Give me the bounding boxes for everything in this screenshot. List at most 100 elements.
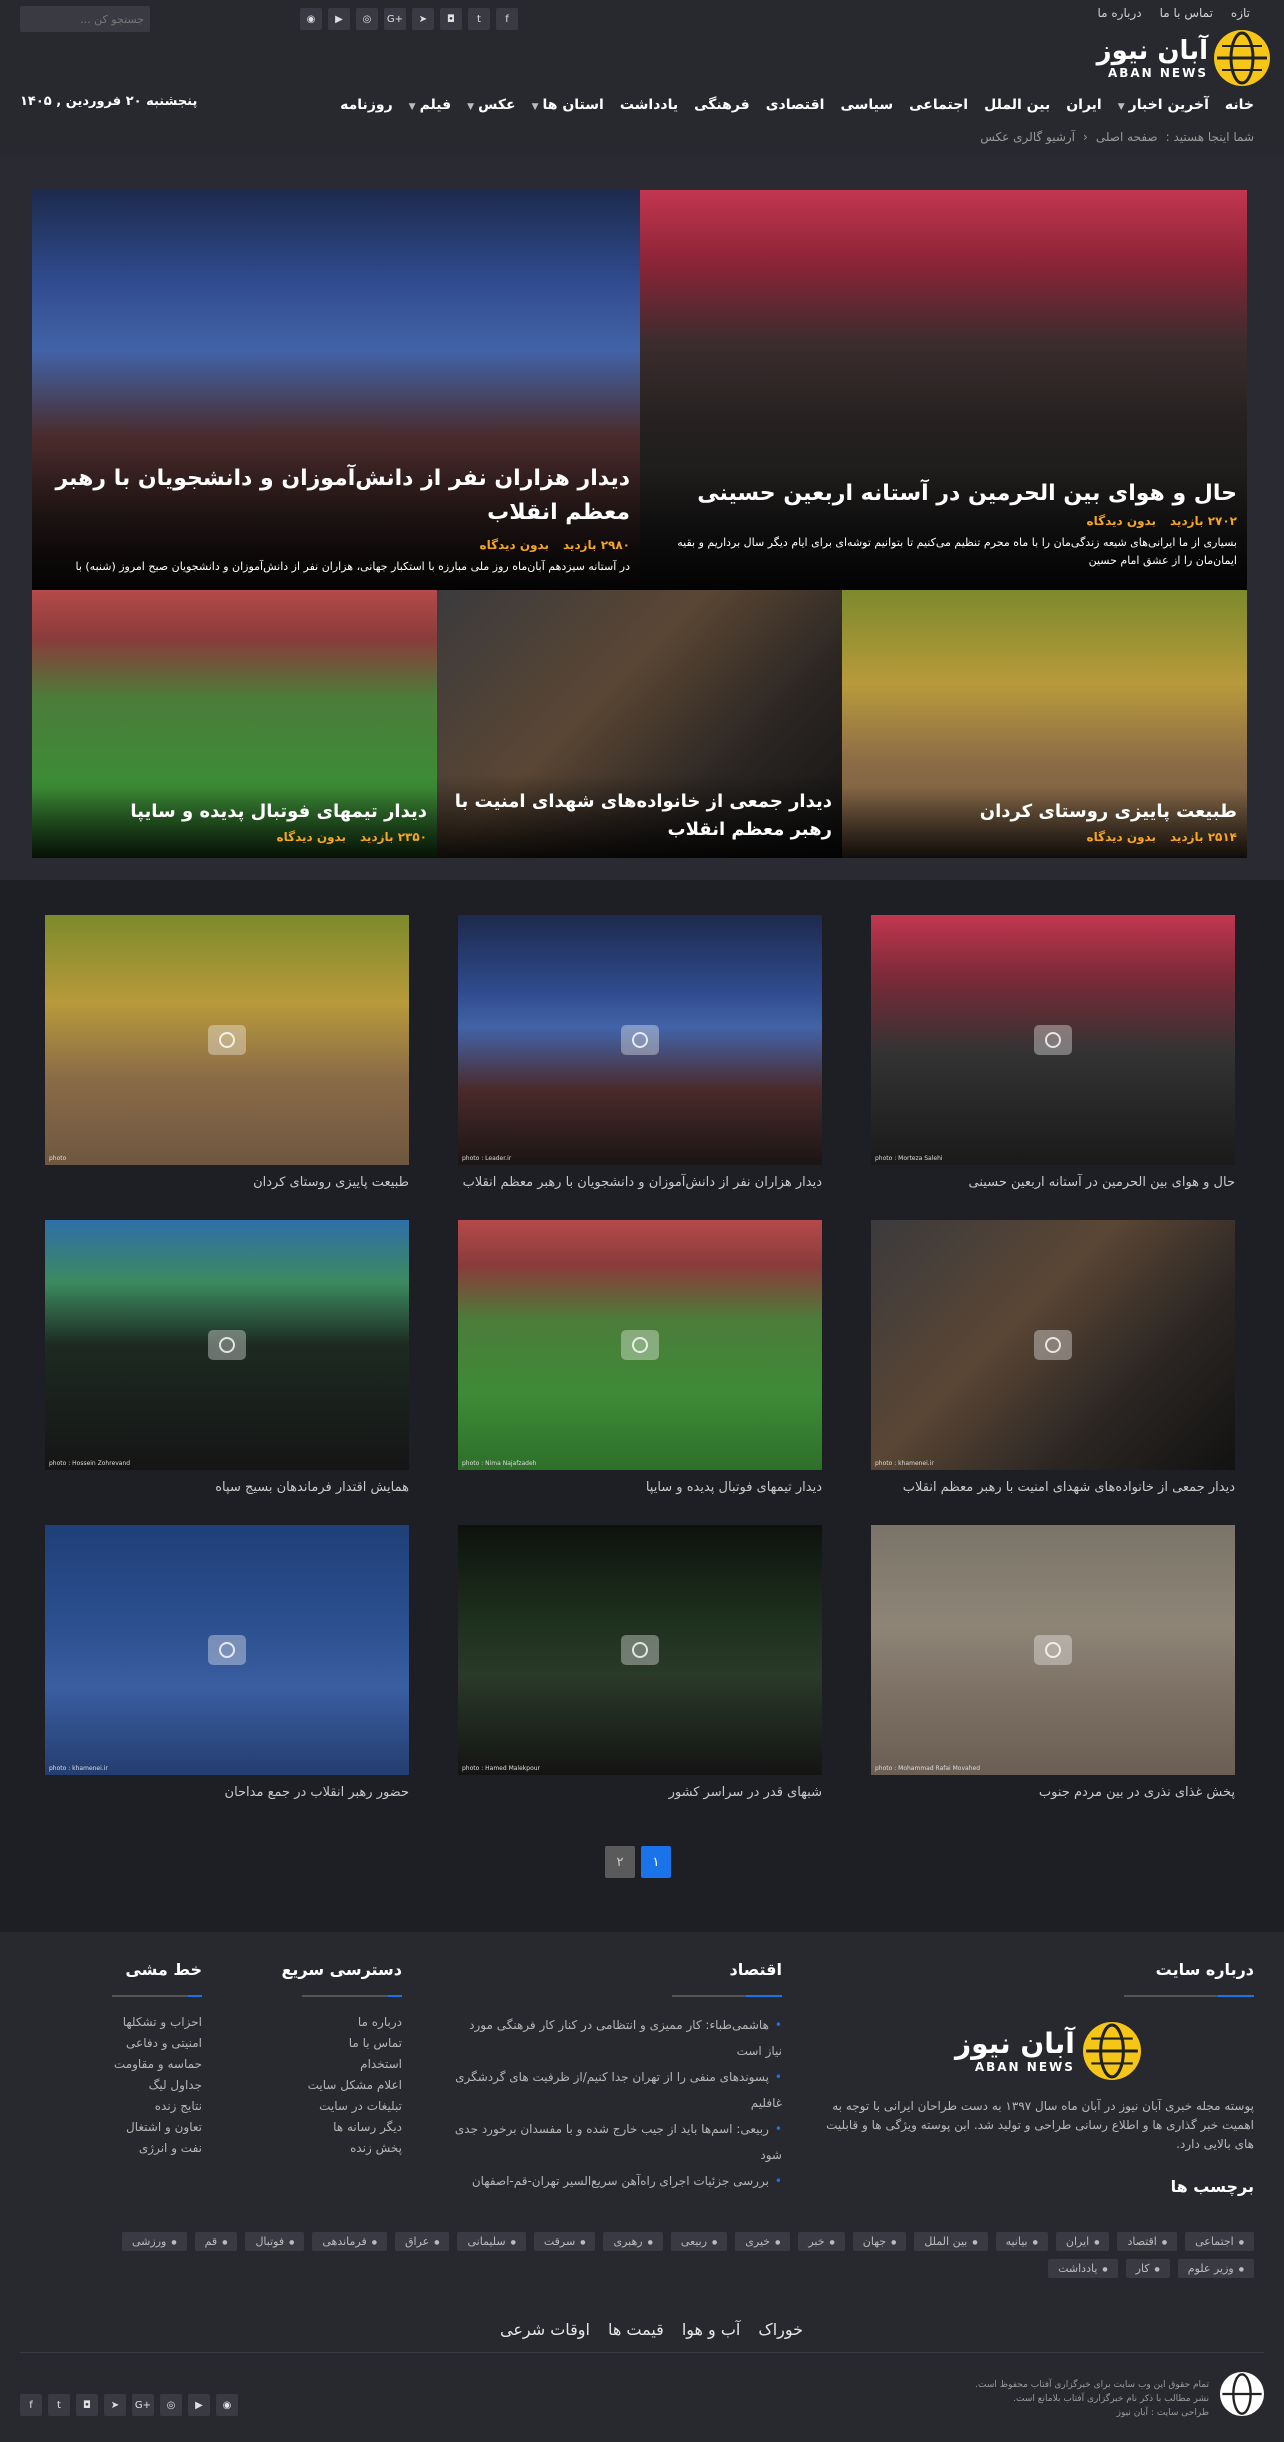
tag-link[interactable]: سلیمانی [457,2232,526,2251]
post-title[interactable]: حال و هوای بین الحرمین در آستانه اربعین … [650,481,1237,506]
gallery-thumbnail[interactable]: photo : khamenei.ir [871,1220,1235,1470]
tag-link[interactable]: فرماندهی [312,2232,387,2251]
footer-logo[interactable]: آبان نیوز ABAN NEWS [955,2022,1141,2080]
nav-item-culture[interactable]: فرهنگی [694,97,750,113]
nav-item-video[interactable]: فیلم▼ [409,97,452,113]
comments-count[interactable]: بدون دیدگاه [480,538,549,552]
gallery-thumbnail[interactable]: photo : Hamed Malekpour [458,1525,822,1775]
nav-item-economy[interactable]: اقتصادی [766,97,825,113]
footer-link-weather[interactable]: آب و هوا [682,2320,741,2339]
youtube-icon[interactable]: ▶ [328,8,350,30]
gallery-caption[interactable]: شبهای قدر در سراسر کشور [458,1785,822,1800]
list-item[interactable]: بررسی جزئیات اجرای راه‌آهن سریع‌السیر ته… [452,2168,782,2194]
gallery-caption[interactable]: طبیعت پاییزی روستای کردان [45,1175,409,1190]
nav-item-iran[interactable]: ایران [1066,97,1102,113]
footer-link-prices[interactable]: قیمت ها [608,2320,664,2339]
gallery-thumbnail[interactable]: photo : Morteza Salehi [871,915,1235,1165]
featured-post-main[interactable]: حال و هوای بین الحرمین در آستانه اربعین … [640,190,1247,590]
facebook-icon[interactable]: f [496,8,518,30]
gallery-thumbnail[interactable]: photo : Nima Najafzadeh [458,1220,822,1470]
list-item[interactable]: امنیتی و دفاعی [52,2033,202,2054]
featured-post-small[interactable]: طبیعت پاییزی روستای کردان ۲۵۱۴ بازدید بد… [842,590,1247,858]
gallery-card[interactable]: photo : Morteza Salehi حال و هوای بین ال… [871,915,1235,1190]
gallery-caption[interactable]: همایش اقتدار فرماندهان بسیج سپاه [45,1480,409,1495]
list-item[interactable]: استخدام [252,2054,402,2075]
tag-link[interactable]: خیری [735,2232,791,2251]
gallery-caption[interactable]: حضور رهبر انقلاب در جمع مداحان [45,1785,409,1800]
comments-count[interactable]: بدون دیدگاه [1087,514,1156,528]
dribbble-icon[interactable]: ◎ [356,8,378,30]
telegram-icon[interactable]: ➤ [104,2394,126,2416]
footer-link-feed[interactable]: خوراک [758,2320,803,2339]
list-item[interactable]: جداول لیگ [52,2075,202,2096]
google-plus-icon[interactable]: G+ [384,8,406,30]
tag-link[interactable]: اجتماعی [1185,2232,1254,2251]
twitter-icon[interactable]: t [48,2394,70,2416]
nav-item-provinces[interactable]: استان ها▼ [532,97,604,113]
list-item[interactable]: هاشمی‌طباء: کار ممیزی و انتظامی در کنار … [452,2012,782,2064]
twitter-icon[interactable]: t [468,8,490,30]
top-link-contact[interactable]: تماس با ما [1160,6,1213,20]
rss-icon[interactable]: ◉ [216,2394,238,2416]
nav-item-international[interactable]: بین الملل [984,97,1050,113]
gallery-thumbnail[interactable]: photo : Mohammad Rafai Movahed [871,1525,1235,1775]
tag-link[interactable]: بیانیه [995,2232,1048,2251]
tag-link[interactable]: بین الملل [914,2232,988,2251]
tag-link[interactable]: وزیر علوم [1177,2259,1254,2278]
top-link-new[interactable]: تازه [1231,6,1250,20]
featured-post-small[interactable]: دیدار تیمهای فوتبال پدیده و سایپا ۲۳۵۰ ب… [32,590,437,858]
gallery-card[interactable]: photo : khamenei.ir حضور رهبر انقلاب در … [45,1525,409,1800]
gallery-caption[interactable]: پخش غذای نذری در بین مردم جنوب [871,1785,1235,1800]
tag-link[interactable]: سرقت [533,2232,596,2251]
instagram-icon[interactable]: ◘ [440,8,462,30]
gallery-thumbnail[interactable]: photo [45,915,409,1165]
gallery-thumbnail[interactable]: photo : Hossein Zohrevand [45,1220,409,1470]
tag-link[interactable]: ورزشی [122,2232,187,2251]
tag-link[interactable]: جهان [852,2232,907,2251]
gallery-thumbnail[interactable]: photo : khamenei.ir [45,1525,409,1775]
gallery-thumbnail[interactable]: photo : Leader.ir [458,915,822,1165]
gallery-caption[interactable]: دیدار جمعی از خانواده‌های شهدای امنیت با… [871,1480,1235,1495]
top-link-about[interactable]: درباره ما [1098,6,1142,20]
gallery-card[interactable]: photo طبیعت پاییزی روستای کردان [45,915,409,1190]
tag-link[interactable]: اقتصاد [1117,2232,1178,2251]
comments-count[interactable]: بدون دیدگاه [1087,830,1156,844]
gallery-caption[interactable]: دیدار تیمهای فوتبال پدیده و سایپا [458,1480,822,1495]
tag-link[interactable]: ایران [1055,2232,1110,2251]
footer-small-logo-icon[interactable] [1220,2372,1264,2416]
gallery-card[interactable]: photo : Leader.ir دیدار هزاران نفر از دا… [458,915,822,1190]
rss-icon[interactable]: ◉ [300,8,322,30]
telegram-icon[interactable]: ➤ [412,8,434,30]
nav-item-latest[interactable]: آخرین اخبار▼ [1118,97,1209,113]
gallery-caption[interactable]: حال و هوای بین الحرمین در آستانه اربعین … [871,1175,1235,1190]
gallery-card[interactable]: photo : Hamed Malekpour شبهای قدر در سرا… [458,1525,822,1800]
list-item[interactable]: ربیعی: اسم‌ها باید از جیب خارج شده و با … [452,2116,782,2168]
tag-link[interactable]: عراق [395,2232,450,2251]
featured-post-small[interactable]: دیدار جمعی از خانواده‌های شهدای امنیت با… [437,590,842,858]
gallery-card[interactable]: photo : Nima Najafzadeh دیدار تیمهای فوت… [458,1220,822,1495]
list-item[interactable]: پسوندهای منفی را از تهران جدا کنیم/از ظر… [452,2064,782,2116]
facebook-icon[interactable]: f [20,2394,42,2416]
footer-link-prayer-times[interactable]: اوقات شرعی [500,2320,590,2339]
post-title[interactable]: طبیعت پاییزی روستای کردان [852,801,1237,822]
list-item[interactable]: پخش زنده [252,2138,402,2159]
list-item[interactable]: احزاب و تشکلها [52,2012,202,2033]
list-item[interactable]: تعاون و اشتغال [52,2117,202,2138]
list-item[interactable]: تبلیغات در سایت [252,2096,402,2117]
search-input[interactable] [0,6,150,32]
gallery-caption[interactable]: دیدار هزاران نفر از دانش‌آموزان و دانشجو… [458,1175,822,1190]
nav-item-photo[interactable]: عکس▼ [467,97,515,113]
breadcrumb-home[interactable]: صفحه اصلی [1096,130,1158,144]
list-item[interactable]: دیگر رسانه ها [252,2117,402,2138]
gallery-card[interactable]: photo : Hossein Zohrevand همایش اقتدار ف… [45,1220,409,1495]
list-item[interactable]: نتایج زنده [52,2096,202,2117]
instagram-icon[interactable]: ◘ [76,2394,98,2416]
page-2-button[interactable]: ۲ [605,1846,635,1878]
tag-link[interactable]: قم [194,2232,238,2251]
nav-item-politics[interactable]: سیاسی [840,97,893,113]
tag-link[interactable]: فوتبال [245,2232,305,2251]
list-item[interactable]: نفت و انرژی [52,2138,202,2159]
comments-count[interactable]: بدون دیدگاه [277,830,346,844]
gallery-card[interactable]: photo : khamenei.ir دیدار جمعی از خانواد… [871,1220,1235,1495]
post-title[interactable]: دیدار هزاران نفر از دانش‌آموزان و دانشجو… [42,462,630,530]
